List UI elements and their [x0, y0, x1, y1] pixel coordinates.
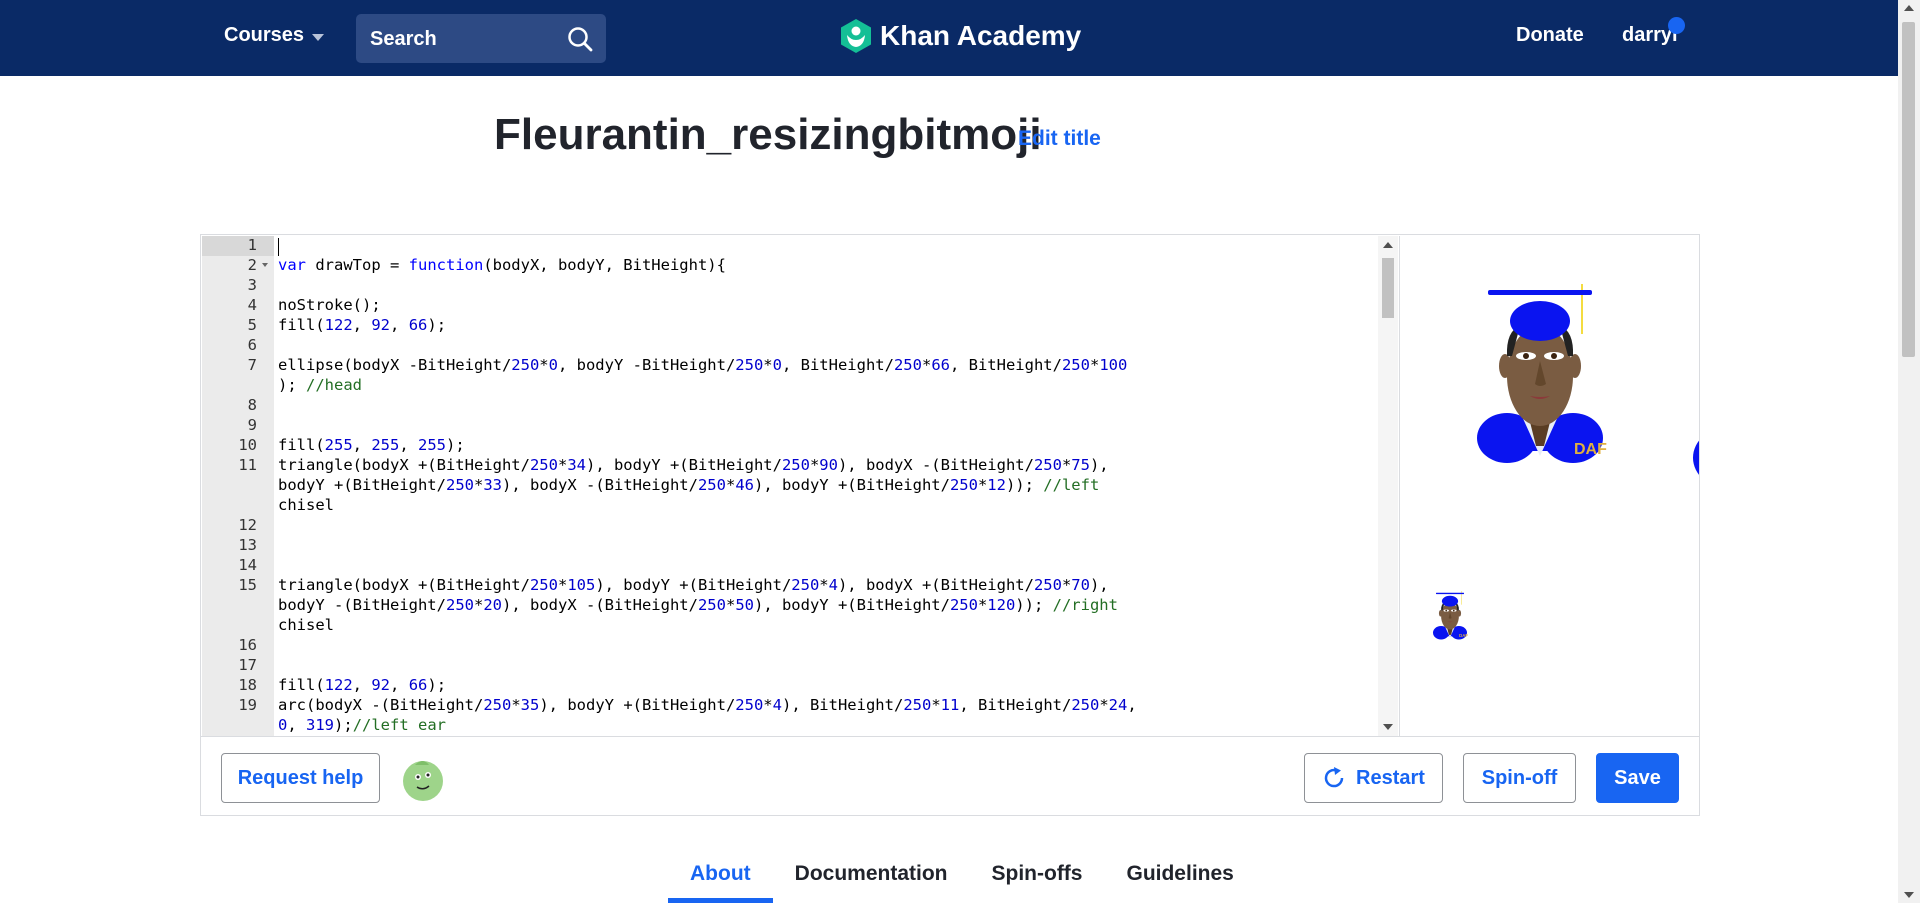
code-line[interactable]: 0, 319);//left ear — [278, 716, 446, 734]
spin-off-label: Spin-off — [1481, 766, 1558, 789]
code-line[interactable]: chisel — [278, 496, 334, 514]
line-number: 10 — [238, 436, 257, 454]
scroll-up-arrow-icon[interactable] — [1904, 5, 1914, 11]
line-number: 13 — [238, 536, 257, 554]
line-number: 4 — [247, 296, 257, 314]
output-canvas[interactable]: DAF — [1399, 236, 1871, 736]
code-line[interactable]: fill(122, 92, 66); — [278, 676, 446, 694]
avatar[interactable] — [399, 755, 447, 803]
page-scrollbar[interactable] — [1898, 0, 1920, 903]
code-scroll-up-icon[interactable] — [1383, 242, 1393, 248]
line-number: 11 — [238, 456, 257, 474]
line-number: 18 — [238, 676, 257, 694]
donate-link[interactable]: Donate — [1516, 24, 1584, 47]
code-line[interactable]: noStroke(); — [278, 296, 381, 314]
line-number: 16 — [238, 636, 257, 654]
code-scrollbar[interactable] — [1378, 236, 1398, 736]
request-help-label: Request help — [237, 766, 364, 789]
bitmoji-drawing: DAF — [1432, 261, 1871, 679]
request-help-button[interactable]: Request help — [221, 753, 380, 803]
code-line[interactable]: triangle(bodyX +(BitHeight/250*34), body… — [278, 456, 1109, 474]
line-number: 7 — [247, 356, 257, 374]
tab-spin-offs[interactable]: Spin-offs — [970, 858, 1105, 903]
save-label: Save — [1614, 766, 1661, 789]
search-input[interactable] — [368, 14, 562, 65]
program-title: Fleurantin_resizingbitmoji — [494, 110, 1042, 159]
code-line[interactable]: bodyY +(BitHeight/250*33), bodyX -(BitHe… — [278, 476, 1099, 494]
line-number: 17 — [238, 656, 257, 674]
page-scrollbar-thumb[interactable] — [1902, 22, 1915, 357]
tab-guidelines[interactable]: Guidelines — [1104, 858, 1255, 903]
line-number: 14 — [238, 556, 257, 574]
edit-title-link[interactable]: Edit title — [1018, 127, 1101, 151]
search-box[interactable] — [356, 14, 606, 65]
code-line[interactable]: arc(bodyX -(BitHeight/250*35), bodyY +(B… — [278, 696, 1137, 714]
line-number: 8 — [247, 396, 257, 414]
line-number: 19 — [238, 696, 257, 714]
editor-toolbar: Request help Restart Spin-off Save — [201, 736, 1699, 817]
restart-label: Restart — [1356, 766, 1425, 789]
notification-dot — [1668, 17, 1685, 34]
line-number: 12 — [238, 516, 257, 534]
scroll-down-arrow-icon[interactable] — [1904, 892, 1914, 898]
khan-logo-icon — [841, 19, 871, 53]
restart-button[interactable]: Restart — [1304, 753, 1443, 803]
program-tabs: About Documentation Spin-offs Guidelines — [668, 858, 1256, 903]
line-number: 15 — [238, 576, 257, 594]
code-line[interactable]: bodyY -(BitHeight/250*20), bodyX -(BitHe… — [278, 596, 1118, 614]
line-number: 5 — [247, 316, 257, 334]
top-nav-bar: Courses Khan Academy Donate darryl — [0, 0, 1898, 76]
tab-about[interactable]: About — [668, 858, 773, 903]
code-line[interactable]: ); //head — [278, 376, 362, 394]
code-line[interactable]: fill(255, 255, 255); — [278, 436, 465, 454]
code-editor[interactable]: 1 2 var drawTop = function(bodyX, bodyY, B… — [202, 236, 1378, 736]
restart-icon — [1324, 767, 1344, 788]
logo-text: Khan Academy — [880, 20, 1082, 51]
code-line[interactable]: fill(122, 92, 66); — [278, 316, 446, 334]
line-number: 9 — [247, 416, 257, 434]
line-number: 6 — [247, 336, 257, 354]
code-line[interactable]: var drawTop = function(bodyX, bodyY, Bit… — [278, 256, 726, 274]
courses-menu-button[interactable]: Courses — [224, 24, 325, 47]
editor-panel: 1 2 var drawTop = function(bodyX, bodyY, B… — [200, 234, 1871, 817]
search-icon[interactable] — [566, 25, 594, 53]
code-scrollbar-thumb[interactable] — [1382, 258, 1394, 318]
save-button[interactable]: Save — [1596, 753, 1679, 803]
caret-down-icon — [312, 34, 325, 41]
fold-toggle-icon[interactable] — [262, 263, 268, 267]
code-line[interactable]: chisel — [278, 616, 334, 634]
code-line[interactable]: ellipse(bodyX -BitHeight/250*0, bodyY -B… — [278, 356, 1127, 374]
khan-academy-logo[interactable]: Khan Academy — [840, 18, 1081, 54]
spin-off-button[interactable]: Spin-off — [1463, 753, 1576, 803]
code-line[interactable]: triangle(bodyX +(BitHeight/250*105), bod… — [278, 576, 1109, 594]
line-number: 3 — [247, 276, 257, 294]
line-number: 1 — [202, 236, 274, 256]
tab-documentation[interactable]: Documentation — [773, 858, 970, 903]
courses-label: Courses — [224, 24, 305, 46]
text-cursor — [278, 238, 279, 256]
line-number: 2 — [247, 256, 257, 274]
code-scroll-down-icon[interactable] — [1383, 724, 1393, 730]
